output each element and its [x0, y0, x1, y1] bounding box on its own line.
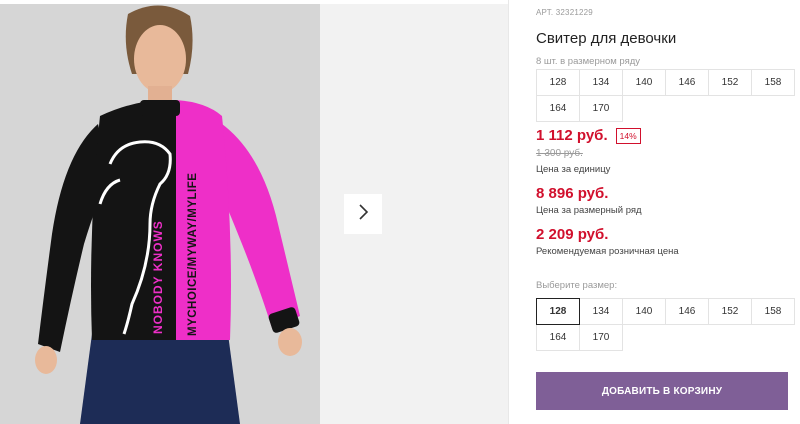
- size-option-selected[interactable]: 128: [536, 298, 580, 325]
- unit-price: 1 112 руб.: [536, 127, 608, 144]
- girl-in-sweater-image: NOBODY KNOWS MYCHOICE/MYWAY/MYLIFE: [0, 4, 320, 424]
- size-option[interactable]: 152: [708, 298, 752, 325]
- size-option[interactable]: 134: [579, 298, 623, 325]
- size-option[interactable]: 146: [665, 298, 709, 325]
- sweater-text-right: MYCHOICE/MYWAY/MYLIFE: [187, 173, 199, 336]
- discount-badge: 14%: [615, 127, 641, 144]
- retail-price-label: Рекомендуемая розничная цена: [536, 246, 679, 257]
- size-row-cell: 158: [751, 69, 795, 96]
- column-divider: [508, 0, 509, 424]
- retail-price: 2 209 руб.: [536, 226, 609, 243]
- size-row-cell: 152: [708, 69, 752, 96]
- size-option[interactable]: 140: [622, 298, 666, 325]
- product-title: Свитер для девочки: [536, 30, 677, 47]
- row-price-label: Цена за размерный ряд: [536, 205, 642, 216]
- next-photo-button[interactable]: [344, 194, 382, 234]
- size-row-cell: 164: [536, 95, 580, 122]
- size-row-cell: 134: [579, 69, 623, 96]
- article-number: АРТ. 32321229: [536, 8, 593, 17]
- size-selector: 128 134 140 146 152 158 164 170: [536, 298, 795, 351]
- size-row-cell: 146: [665, 69, 709, 96]
- size-option[interactable]: 158: [751, 298, 795, 325]
- size-row-cell: 128: [536, 69, 580, 96]
- old-price: 1 300 руб.: [536, 148, 583, 159]
- chevron-right-icon: [357, 203, 369, 226]
- size-row-cell: 170: [579, 95, 623, 122]
- choose-size-label: Выберите размер:: [536, 280, 618, 291]
- product-photo[interactable]: NOBODY KNOWS MYCHOICE/MYWAY/MYLIFE: [0, 4, 320, 424]
- unit-price-row: 1 112 руб. 14%: [536, 127, 641, 144]
- size-row-grid: 128 134 140 146 152 158 164 170: [536, 69, 795, 122]
- unit-price-label: Цена за единицу: [536, 164, 611, 175]
- size-row-note: 8 шт. в размерном ряду: [536, 56, 641, 67]
- sweater-text-left: NOBODY KNOWS: [151, 220, 165, 334]
- add-to-cart-button[interactable]: ДОБАВИТЬ В КОРЗИНУ: [536, 372, 788, 410]
- size-option[interactable]: 164: [536, 324, 580, 351]
- product-gallery: NOBODY KNOWS MYCHOICE/MYWAY/MYLIFE: [0, 0, 508, 424]
- row-price: 8 896 руб.: [536, 185, 609, 202]
- size-row-cell: 140: [622, 69, 666, 96]
- size-option[interactable]: 170: [579, 324, 623, 351]
